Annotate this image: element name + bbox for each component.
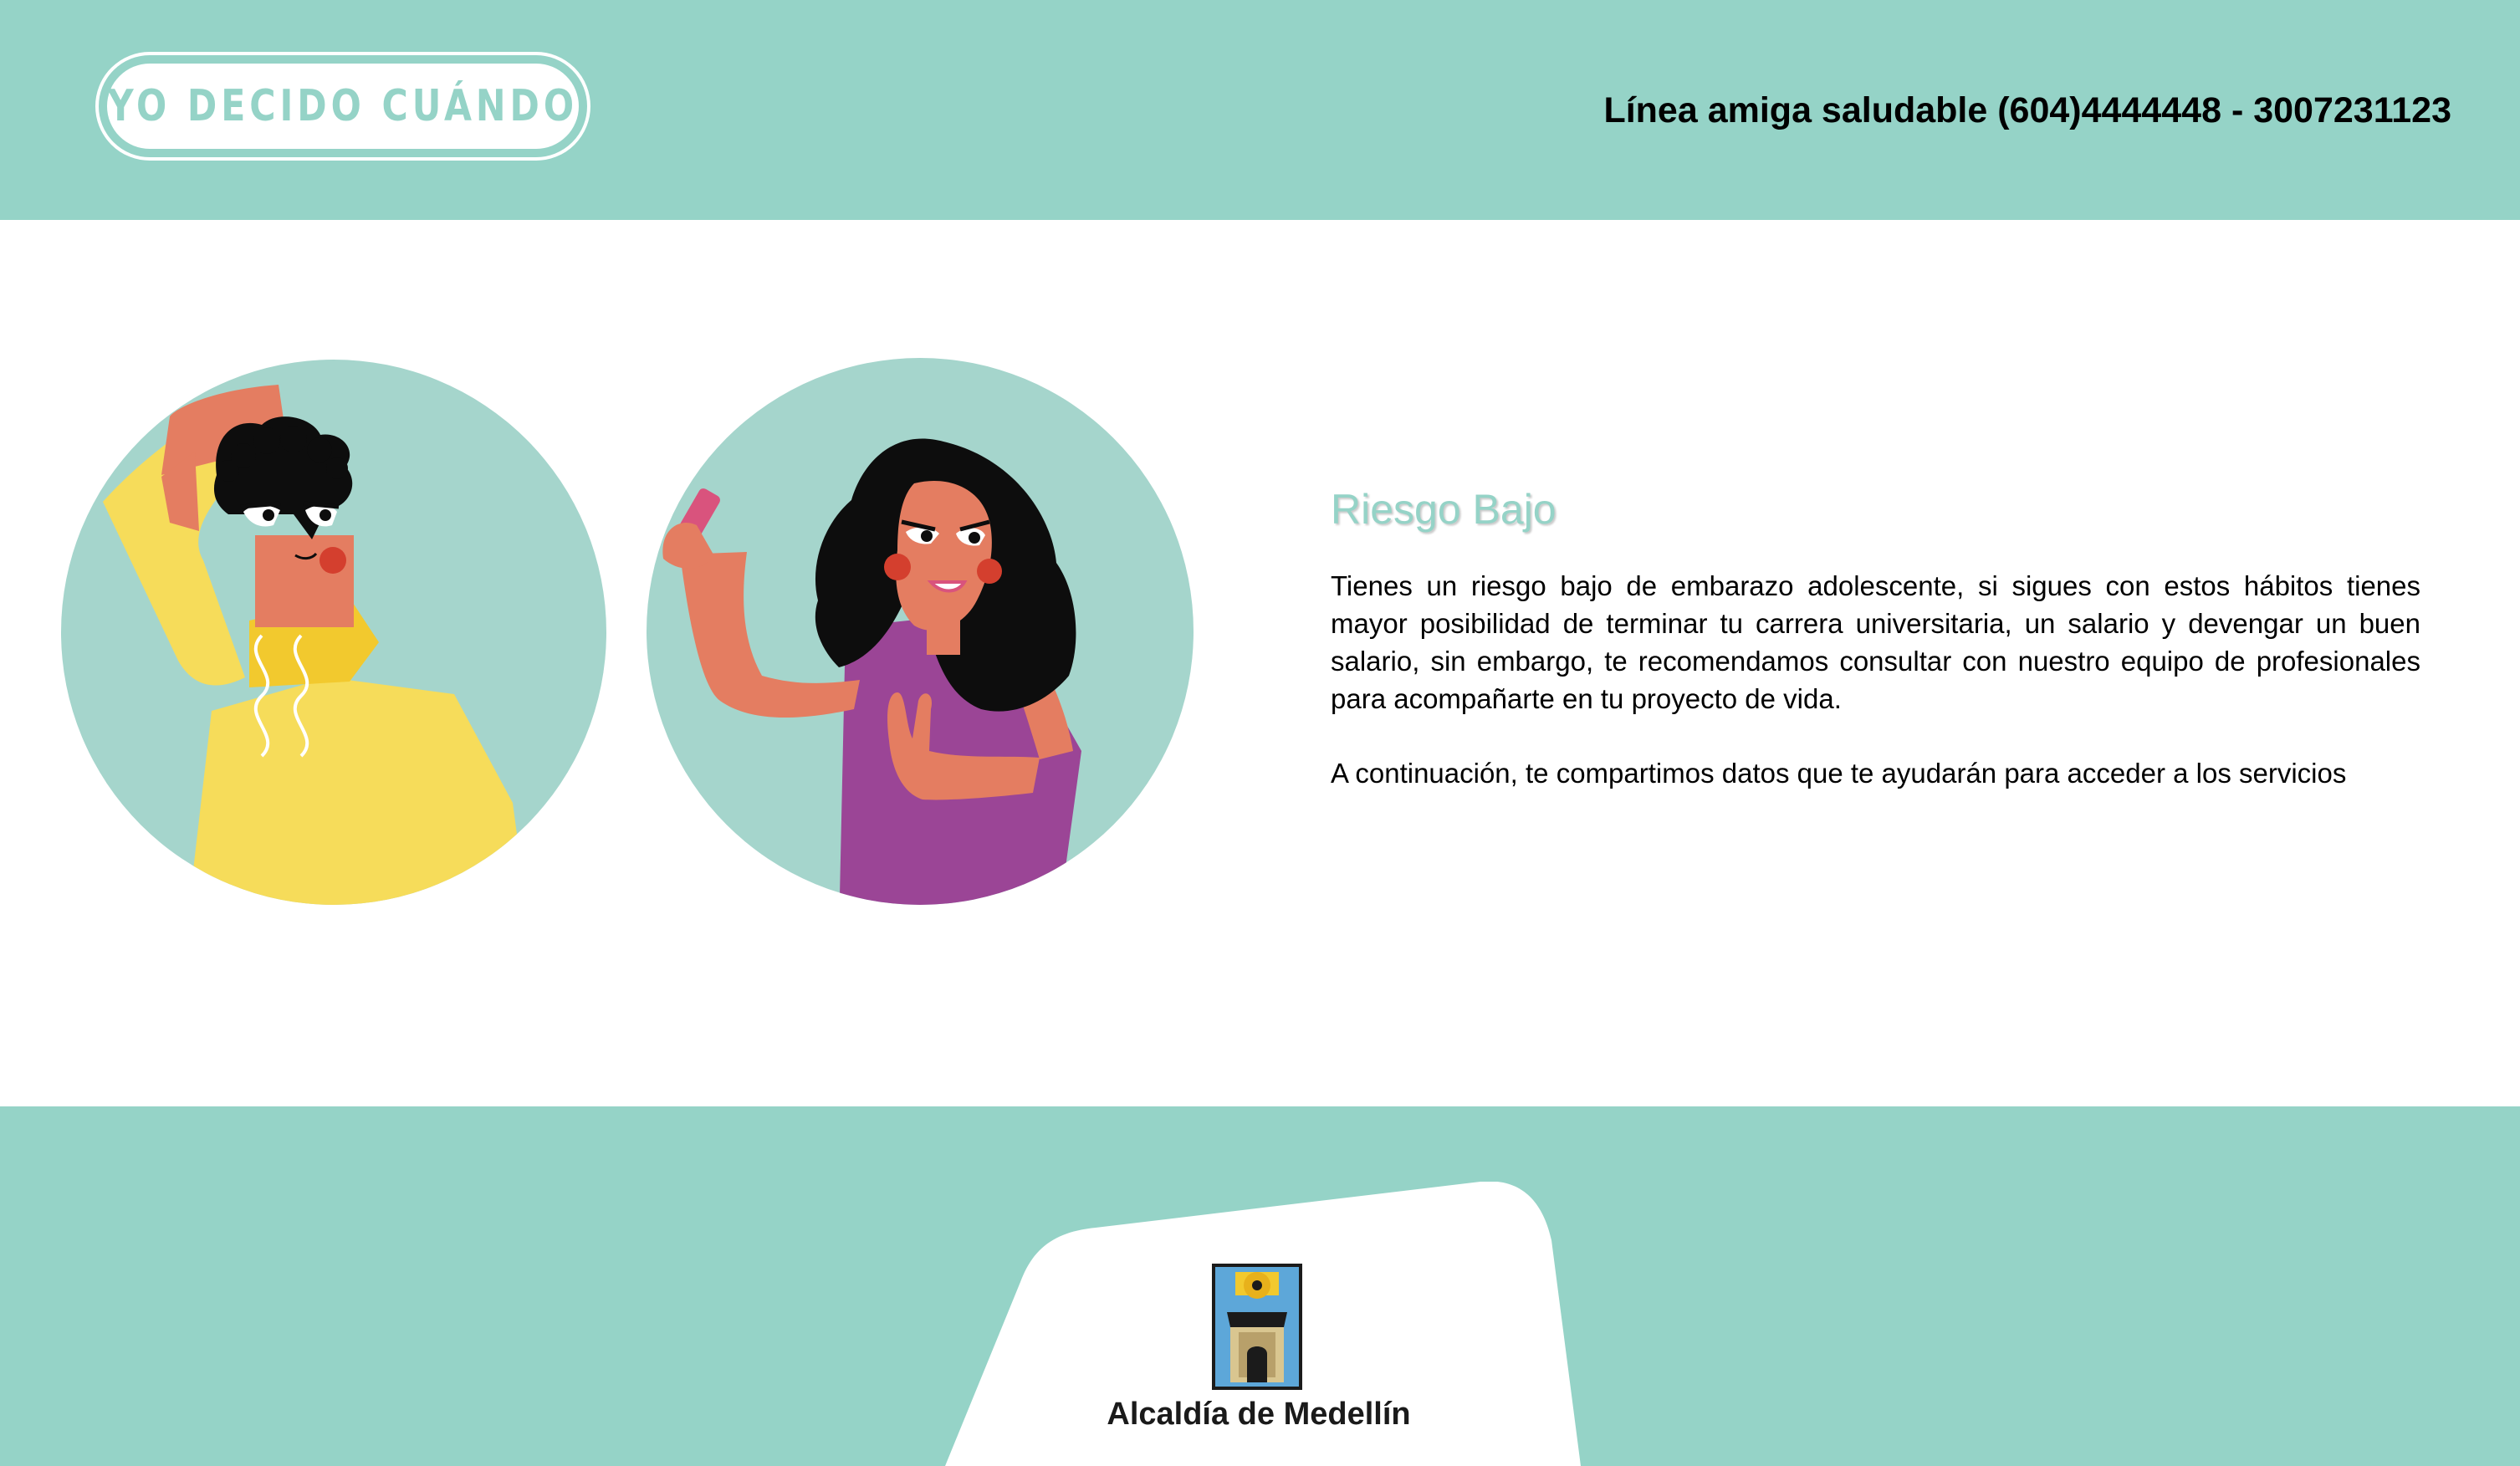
result-panel: Riesgo Bajo Tienes un riesgo bajo de emb… [1331,485,2420,792]
logo-pill-inner: YO DECIDO CUÁNDO [107,64,579,149]
yo-decido-cuando-logo[interactable]: YO DECIDO CUÁNDO [95,52,590,161]
medellin-coat-of-arms-icon[interactable] [1210,1262,1304,1392]
result-title: Riesgo Bajo [1331,486,1556,533]
result-description: Tienes un riesgo bajo de embarazo adoles… [1331,570,2420,714]
girl-holding-phone-illustration [647,358,1194,905]
boy-scratching-head-illustration [61,360,606,905]
hotline-text: Línea amiga saludable (604)4444448 - 300… [1603,90,2451,130]
header-bar: YO DECIDO CUÁNDO Línea amiga saludable (… [0,0,2520,220]
services-intro: A continuación, te compartimos datos que… [1331,758,2347,789]
organization-name: Alcaldía de Medellín [1107,1397,1411,1432]
logo-text: YO DECIDO CUÁNDO [107,81,579,131]
